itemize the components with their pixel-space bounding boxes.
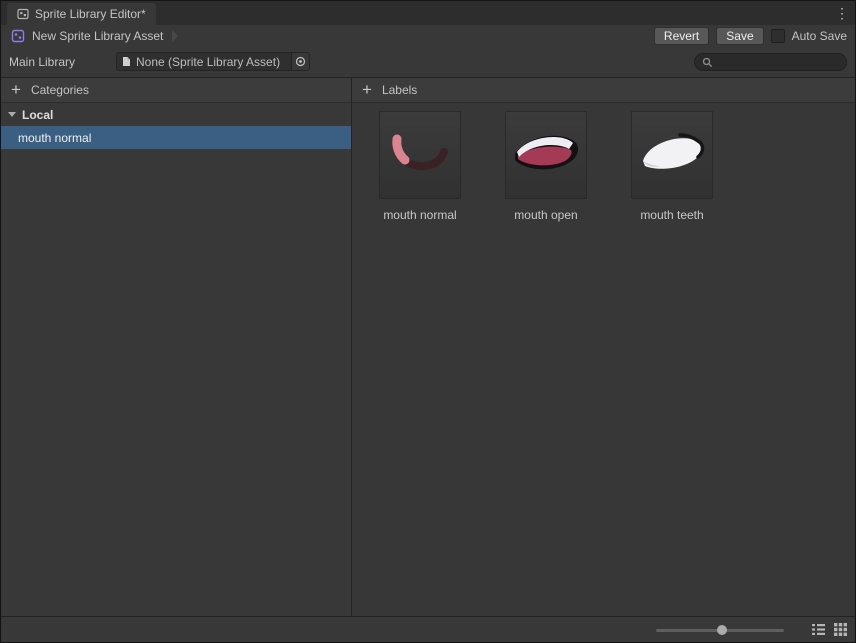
categories-header: + Categories bbox=[1, 78, 351, 103]
labels-header: + Labels bbox=[352, 78, 855, 103]
label-item-text: mouth teeth bbox=[640, 208, 704, 222]
label-item-mouth-normal[interactable]: mouth normal bbox=[368, 111, 472, 222]
main-library-object-field[interactable]: None (Sprite Library Asset) bbox=[116, 52, 310, 71]
zoom-slider-handle[interactable] bbox=[717, 625, 728, 635]
auto-save-checkbox[interactable] bbox=[770, 29, 785, 43]
search-field[interactable] bbox=[694, 53, 847, 71]
grid-view-icon[interactable] bbox=[833, 622, 848, 637]
object-picker-button[interactable] bbox=[291, 52, 310, 71]
mouth-teeth-sprite-image bbox=[643, 133, 705, 169]
breadcrumb-chevron-icon bbox=[172, 30, 179, 42]
sprite-library-asset-icon bbox=[11, 29, 25, 43]
object-field-value: None (Sprite Library Asset) bbox=[136, 54, 281, 69]
category-group-local[interactable]: Local bbox=[1, 103, 351, 126]
search-icon bbox=[702, 57, 713, 68]
main-panels: + Categories Local mouth normal + Labels bbox=[1, 77, 855, 616]
revert-button[interactable]: Revert bbox=[653, 27, 710, 45]
labels-grid: mouth normal mouth open mouth teeth bbox=[352, 103, 855, 230]
sprite-library-editor-window: Sprite Library Editor* ⋮ New Sprite Libr… bbox=[0, 0, 856, 643]
mouth-normal-sprite-image bbox=[392, 134, 448, 171]
categories-panel: + Categories Local mouth normal bbox=[1, 78, 352, 616]
sprite-thumbnail-mouth-normal[interactable] bbox=[379, 111, 461, 199]
labels-title: Labels bbox=[381, 83, 418, 97]
thumbnail-zoom-slider[interactable] bbox=[656, 625, 784, 635]
label-item-mouth-open[interactable]: mouth open bbox=[494, 111, 598, 222]
breadcrumb[interactable]: New Sprite Library Asset bbox=[1, 29, 179, 43]
auto-save-label: Auto Save bbox=[791, 29, 847, 43]
tab-sprite-library-editor[interactable]: Sprite Library Editor* bbox=[7, 3, 156, 25]
main-library-label: Main Library bbox=[9, 55, 76, 69]
label-item-mouth-teeth[interactable]: mouth teeth bbox=[620, 111, 724, 222]
bottom-bar bbox=[1, 616, 855, 642]
label-item-text: mouth normal bbox=[383, 208, 457, 222]
add-label-button[interactable]: + bbox=[362, 81, 372, 98]
mouth-open-sprite-image bbox=[515, 135, 578, 170]
object-picker-target-icon bbox=[295, 56, 306, 67]
search-input[interactable] bbox=[717, 55, 839, 69]
category-group-label: Local bbox=[22, 107, 54, 122]
kebab-menu-icon[interactable]: ⋮ bbox=[833, 4, 851, 22]
foldout-arrow-icon[interactable] bbox=[8, 112, 16, 117]
tab-bar: Sprite Library Editor* ⋮ bbox=[1, 1, 855, 25]
main-library-row: Main Library None (Sprite Library Asset) bbox=[1, 47, 855, 77]
sprite-thumbnail-mouth-teeth[interactable] bbox=[631, 111, 713, 199]
list-view-icon[interactable] bbox=[811, 622, 826, 637]
view-mode-buttons bbox=[811, 622, 848, 637]
object-field-body[interactable]: None (Sprite Library Asset) bbox=[116, 52, 291, 71]
toolbar-actions: Revert Save Auto Save bbox=[653, 27, 855, 45]
category-item-label: mouth normal bbox=[18, 130, 92, 145]
breadcrumb-asset-name: New Sprite Library Asset bbox=[32, 29, 164, 43]
asset-file-icon bbox=[122, 56, 131, 67]
label-item-text: mouth open bbox=[514, 208, 578, 222]
add-category-button[interactable]: + bbox=[11, 81, 21, 98]
breadcrumb-toolbar: New Sprite Library Asset Revert Save Aut… bbox=[1, 25, 855, 47]
labels-panel: + Labels mouth normal mouth open mouth t… bbox=[352, 78, 855, 616]
tab-title: Sprite Library Editor* bbox=[35, 7, 146, 21]
sprite-thumbnail-mouth-open[interactable] bbox=[505, 111, 587, 199]
sprite-library-editor-icon bbox=[17, 8, 29, 20]
category-item-mouth-normal[interactable]: mouth normal bbox=[1, 126, 351, 149]
categories-title: Categories bbox=[30, 83, 89, 97]
save-button[interactable]: Save bbox=[716, 27, 764, 45]
